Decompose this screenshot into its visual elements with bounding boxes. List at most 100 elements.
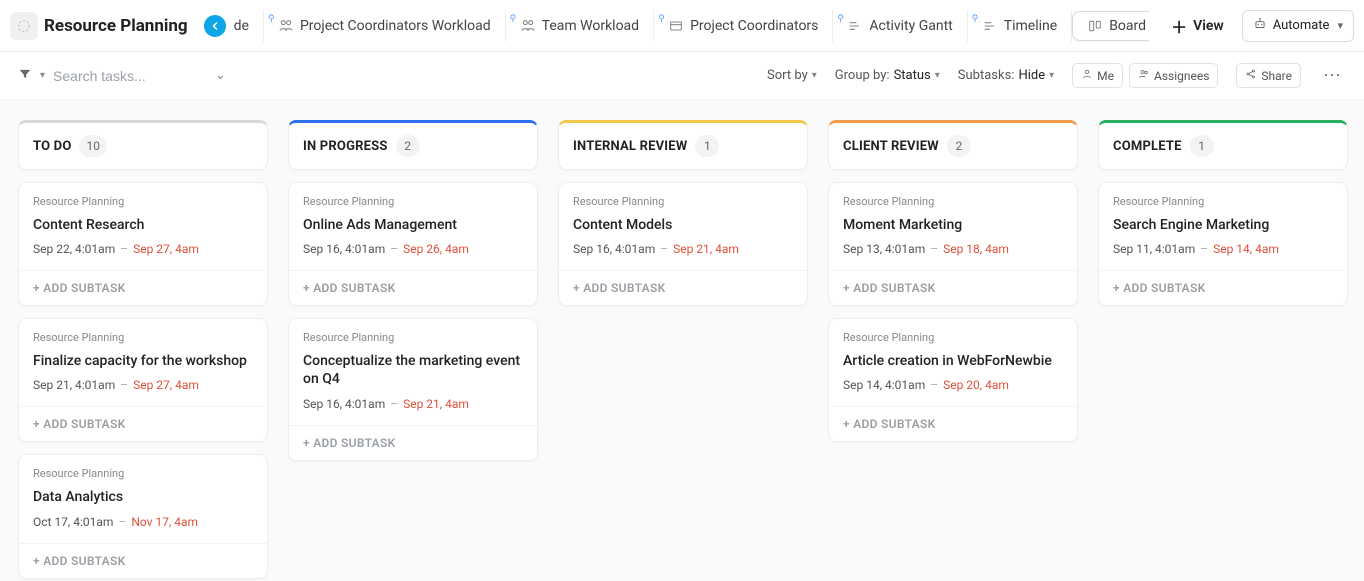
more-menu[interactable]: ⋯ — [1319, 65, 1346, 86]
automate-button[interactable]: Automate ▾ — [1242, 10, 1354, 42]
add-subtask-button[interactable]: ADD SUBTASK — [829, 270, 1077, 305]
column-count: 2 — [947, 135, 971, 157]
view-tab-activity-gantt[interactable]: ⚲ Activity Gantt — [833, 10, 967, 42]
column-count: 1 — [1190, 135, 1214, 157]
task-card[interactable]: Resource Planning Finalize capacity for t… — [18, 318, 268, 442]
add-subtask-button[interactable]: ADD SUBTASK — [19, 406, 267, 441]
workload-icon — [278, 18, 294, 34]
card-title: Finalize capacity for the workshop — [33, 352, 253, 370]
add-subtask-button[interactable]: ADD SUBTASK — [19, 270, 267, 305]
view-tab-project-coordinators[interactable]: ⚲Project Coordinators — [654, 10, 833, 42]
assignees-button[interactable]: Assignees — [1129, 63, 1218, 88]
task-card[interactable]: Resource Planning Article creation in Web… — [828, 318, 1078, 442]
task-card[interactable]: Resource PlanningOnline Ads ManagementSe… — [288, 182, 538, 306]
pin-icon: ⚲ — [837, 14, 844, 24]
chevron-down-icon: ▾ — [812, 70, 817, 81]
column-title: INTERNAL REVIEW — [573, 139, 687, 154]
start-date: Sep 16, 4:01am — [303, 242, 385, 256]
page-title: Resource Planning — [44, 16, 188, 36]
task-card[interactable]: Resource Planning Moment Marketing Sep 13,… — [828, 182, 1078, 306]
view-label: de — [234, 18, 249, 34]
share-label: Share — [1261, 69, 1292, 83]
add-subtask-button[interactable]: ADD SUBTASK — [289, 270, 537, 305]
share-button[interactable]: Share — [1236, 63, 1301, 88]
gantt-icon — [847, 18, 863, 34]
card-title: Conceptualize the marketing event on Q4 — [303, 352, 523, 388]
view-tabs: de ⚲Project Coordinators Workload⚲Team Wo… — [200, 10, 1149, 42]
search-expand[interactable]: ⌄ — [215, 68, 226, 83]
add-subtask-button[interactable]: ADD SUBTASK — [19, 543, 267, 578]
view-tab-board[interactable]: Board — [1072, 11, 1149, 41]
task-card[interactable]: Resource PlanningData AnalyticsOct 17, 4… — [18, 454, 268, 578]
add-subtask-button[interactable]: ADD SUBTASK — [559, 270, 807, 305]
card-dates: Oct 17, 4:01am–Nov 17, 4am — [33, 515, 253, 529]
card-project: Resource Planning — [33, 331, 253, 344]
chevron-down-icon: ▾ — [1337, 19, 1343, 32]
project-icon — [10, 12, 38, 40]
board-column: INTERNAL REVIEW1 Resource Planning Content… — [558, 120, 808, 306]
group-by-label: Group by: — [835, 68, 890, 83]
filter-caret[interactable]: ▾ — [40, 70, 45, 81]
sort-by-label: Sort by — [767, 68, 808, 83]
card-title: Article creation in WebForNewbie — [843, 352, 1063, 370]
pin-icon: ⚲ — [268, 14, 275, 24]
topbar: Resource Planning de ⚲Project Coordinator… — [0, 0, 1364, 52]
add-view-label: View — [1193, 18, 1224, 34]
start-date: Oct 17, 4:01am — [33, 515, 113, 529]
robot-icon — [1253, 17, 1267, 35]
end-date: Sep 18, 4am — [943, 242, 1009, 256]
views-scroll-left[interactable] — [204, 15, 226, 37]
board-column: IN PROGRESS2 Resource PlanningOnline Ads … — [288, 120, 538, 461]
view-tab-team-workload[interactable]: ⚲Team Workload — [506, 10, 654, 42]
users-icon — [1138, 68, 1150, 83]
card-title: Moment Marketing — [843, 216, 1063, 234]
task-card[interactable]: Resource Planning Content Models Sep 16, 4… — [558, 182, 808, 306]
start-date: Sep 13, 4:01am — [843, 242, 925, 256]
view-label: Board — [1109, 18, 1146, 34]
add-subtask-button[interactable]: ADD SUBTASK — [1099, 270, 1347, 305]
card-project: Resource Planning — [33, 195, 253, 208]
card-dates: Sep 14, 4:01am–Sep 20, 4am — [843, 378, 1063, 392]
column-title: TO DO — [33, 139, 71, 154]
view-label: Activity Gantt — [869, 18, 952, 34]
card-dates: Sep 16, 4:01am–Sep 21, 4am — [573, 242, 793, 256]
end-date: Sep 27, 4am — [133, 242, 199, 256]
group-by-control[interactable]: Group by: Status ▾ — [835, 68, 940, 83]
add-view-button[interactable]: ＋ View — [1159, 8, 1236, 44]
column-header[interactable]: CLIENT REVIEW2 — [828, 120, 1078, 170]
card-dates: Sep 13, 4:01am–Sep 18, 4am — [843, 242, 1063, 256]
search-input[interactable] — [53, 64, 203, 88]
column-header[interactable]: IN PROGRESS2 — [288, 120, 538, 170]
card-title: Content Models — [573, 216, 793, 234]
view-tab-timeline[interactable]: ⚲Timeline — [968, 10, 1072, 42]
workload-icon — [520, 18, 536, 34]
add-subtask-button[interactable]: ADD SUBTASK — [289, 425, 537, 460]
card-project: Resource Planning — [843, 195, 1063, 208]
column-header[interactable]: COMPLETE1 — [1098, 120, 1348, 170]
card-project: Resource Planning — [573, 195, 793, 208]
pin-icon: ⚲ — [972, 14, 979, 24]
filter-icon[interactable] — [18, 67, 32, 85]
me-button[interactable]: Me — [1072, 63, 1123, 88]
task-card[interactable]: Resource PlanningConceptualize the marke… — [288, 318, 538, 460]
view-tab-fragment[interactable]: de — [230, 10, 264, 42]
board-column: COMPLETE1 Resource PlanningSearch Engine … — [1098, 120, 1348, 306]
add-subtask-button[interactable]: ADD SUBTASK — [829, 406, 1077, 441]
me-label: Me — [1097, 69, 1114, 83]
subtasks-control[interactable]: Subtasks: Hide ▾ — [958, 68, 1054, 83]
start-date: Sep 22, 4:01am — [33, 242, 115, 256]
card-project: Resource Planning — [843, 331, 1063, 344]
sort-by-control[interactable]: Sort by ▾ — [767, 68, 817, 83]
board-column: TO DO 10 Resource PlanningContent Research… — [18, 120, 268, 579]
end-date: Sep 21, 4am — [673, 242, 739, 256]
chevron-down-icon: ▾ — [935, 70, 940, 81]
task-card[interactable]: Resource PlanningContent ResearchSep 22,… — [18, 182, 268, 306]
view-tab-project-coordinators-workload[interactable]: ⚲Project Coordinators Workload — [264, 10, 506, 42]
task-card[interactable]: Resource PlanningSearch Engine Marketing… — [1098, 182, 1348, 306]
card-title: Search Engine Marketing — [1113, 216, 1333, 234]
column-header[interactable]: TO DO 10 — [18, 120, 268, 170]
subtasks-value: Hide — [1018, 68, 1045, 83]
box-icon — [668, 18, 684, 34]
column-header[interactable]: INTERNAL REVIEW1 — [558, 120, 808, 170]
column-count: 10 — [79, 135, 107, 157]
